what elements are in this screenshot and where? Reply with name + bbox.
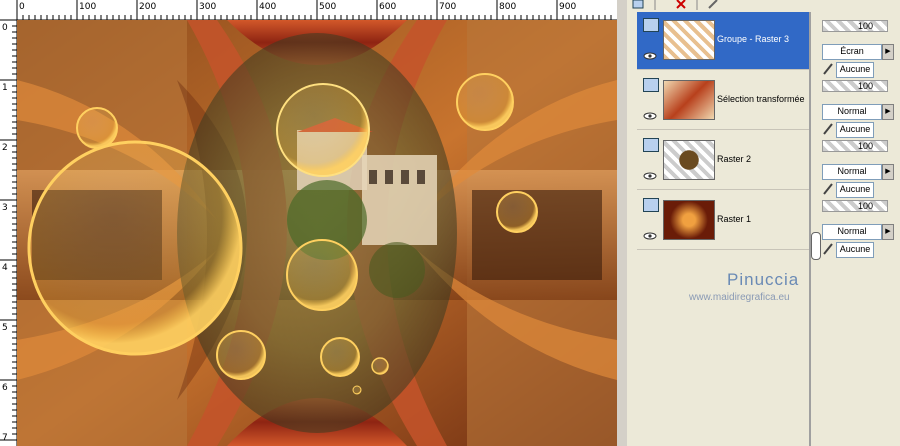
- opacity-slider[interactable]: 100: [822, 200, 888, 212]
- brush-icon: [823, 123, 833, 135]
- mask-select[interactable]: Aucune: [836, 62, 874, 78]
- layer-thumbnail: [663, 140, 715, 180]
- panel-toolbar: [632, 0, 718, 10]
- layer-props-1: 100 Normal ▶ Aucune: [822, 80, 900, 138]
- mask-select[interactable]: Aucune: [836, 122, 874, 138]
- blend-mode-select[interactable]: Normal: [822, 104, 882, 120]
- blend-mode-select[interactable]: Normal: [822, 164, 882, 180]
- mask-select[interactable]: Aucune: [836, 242, 874, 258]
- layer-name: Groupe - Raster 3: [717, 34, 790, 44]
- eye-icon[interactable]: [643, 52, 657, 60]
- mask-select[interactable]: Aucune: [836, 182, 874, 198]
- horizontal-ruler: 0 100 200 300 400 500 600 700 800 900: [0, 0, 617, 20]
- panel-scroll-handle[interactable]: [811, 232, 821, 260]
- blend-mode-select[interactable]: Écran: [822, 44, 882, 60]
- ruler-label: 400: [259, 2, 277, 12]
- vertical-ruler: 0 1 2 3 4 5 6 7: [0, 20, 17, 446]
- artwork: [17, 20, 617, 446]
- layer-name: Sélection transformée: [717, 94, 805, 104]
- blend-mode-select[interactable]: Normal: [822, 224, 882, 240]
- ruler-label: 5: [2, 323, 8, 333]
- layer-row-raster-2[interactable]: Raster 2: [637, 132, 811, 190]
- ruler-label: 6: [2, 383, 8, 393]
- brush-icon: [823, 183, 833, 195]
- ruler-label: 4: [2, 263, 8, 273]
- eye-icon[interactable]: [643, 172, 657, 180]
- layer-list: Groupe - Raster 3 Sélection transformée …: [637, 12, 811, 446]
- watermark-url: www.maidiregrafica.eu: [689, 292, 790, 303]
- layer-thumbnail: [663, 200, 715, 240]
- layer-name: Raster 2: [717, 154, 752, 164]
- layer-type-icon: [643, 198, 659, 212]
- layers-panel: Groupe - Raster 3 Sélection transformée …: [627, 0, 900, 446]
- layer-props-2: 100 Normal ▶ Aucune: [822, 140, 900, 198]
- layer-type-icon: [643, 18, 659, 32]
- ruler-label: 300: [199, 2, 217, 12]
- ruler-label: 800: [499, 2, 517, 12]
- ruler-label: 1: [2, 83, 8, 93]
- brush-icon: [823, 243, 833, 255]
- blend-dropdown-arrow-icon[interactable]: ▶: [882, 104, 894, 120]
- layer-type-icon: [643, 138, 659, 152]
- panel-divider: [809, 12, 811, 446]
- ruler-label: 0: [19, 2, 25, 12]
- ruler-label: 3: [2, 203, 8, 213]
- ruler-label: 700: [439, 2, 457, 12]
- layer-thumbnail: [663, 20, 715, 60]
- blend-dropdown-arrow-icon[interactable]: ▶: [882, 224, 894, 240]
- ruler-label: 100: [79, 2, 97, 12]
- brush-icon: [823, 63, 833, 75]
- blend-dropdown-arrow-icon[interactable]: ▶: [882, 44, 894, 60]
- layer-type-icon: [643, 78, 659, 92]
- layer-thumbnail: [663, 80, 715, 120]
- opacity-slider[interactable]: 100: [822, 20, 888, 32]
- layer-row-selection-transformee[interactable]: Sélection transformée: [637, 72, 811, 130]
- layer-row-groupe-raster-3[interactable]: Groupe - Raster 3: [637, 12, 811, 70]
- ruler-label: 500: [319, 2, 337, 12]
- ruler-label: 2: [2, 143, 8, 153]
- watermark-name: Pinuccia: [727, 270, 800, 289]
- layer-row-raster-1[interactable]: Raster 1: [637, 192, 811, 250]
- ruler-label: 7: [2, 433, 8, 443]
- opacity-slider[interactable]: 100: [822, 80, 888, 92]
- eye-icon[interactable]: [643, 112, 657, 120]
- eye-icon[interactable]: [643, 232, 657, 240]
- layer-props-0: 100 Écran ▶ Aucune: [822, 20, 900, 78]
- ruler-label: 600: [379, 2, 397, 12]
- opacity-slider[interactable]: 100: [822, 140, 888, 152]
- blend-dropdown-arrow-icon[interactable]: ▶: [882, 164, 894, 180]
- ruler-label: 0: [2, 23, 8, 33]
- ruler-label: 200: [139, 2, 157, 12]
- layer-props-3: 100 Normal ▶ Aucune: [822, 200, 900, 258]
- image-canvas[interactable]: [17, 20, 617, 446]
- ruler-label: 900: [559, 2, 577, 12]
- layer-name: Raster 1: [717, 214, 752, 224]
